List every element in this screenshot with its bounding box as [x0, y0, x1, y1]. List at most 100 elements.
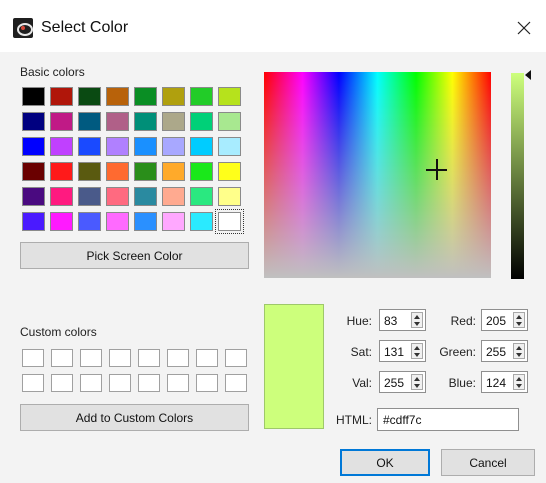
custom-color-swatch[interactable] — [109, 374, 131, 392]
basic-color-swatch[interactable] — [218, 187, 241, 206]
basic-color-swatch[interactable] — [22, 112, 45, 131]
chevron-down-icon[interactable] — [516, 322, 522, 326]
basic-color-swatch[interactable] — [215, 209, 244, 234]
cancel-button[interactable]: Cancel — [441, 449, 535, 476]
basic-color-swatch[interactable] — [50, 212, 73, 231]
custom-color-swatch[interactable] — [196, 374, 218, 392]
custom-color-swatch[interactable] — [138, 374, 160, 392]
basic-color-swatch[interactable] — [162, 187, 185, 206]
custom-color-swatch[interactable] — [51, 349, 73, 367]
custom-color-swatch[interactable] — [51, 374, 73, 392]
basic-color-swatch[interactable] — [134, 137, 157, 156]
basic-color-swatch[interactable] — [78, 112, 101, 131]
basic-color-swatch[interactable] — [218, 137, 241, 156]
chevron-down-icon[interactable] — [516, 384, 522, 388]
basic-color-swatch[interactable] — [190, 137, 213, 156]
blue-value: 124 — [486, 376, 507, 390]
basic-color-swatch[interactable] — [134, 212, 157, 231]
green-spin-buttons[interactable] — [513, 343, 525, 359]
chevron-down-icon[interactable] — [414, 384, 420, 388]
basic-color-swatch[interactable] — [134, 112, 157, 131]
basic-color-swatch[interactable] — [134, 87, 157, 106]
basic-color-swatch[interactable] — [50, 112, 73, 131]
basic-color-swatch[interactable] — [78, 162, 101, 181]
custom-color-swatch[interactable] — [225, 349, 247, 367]
basic-color-swatch[interactable] — [78, 187, 101, 206]
chevron-down-icon[interactable] — [516, 353, 522, 357]
chevron-up-icon[interactable] — [414, 377, 420, 381]
basic-color-swatch[interactable] — [162, 212, 185, 231]
hue-spinbox[interactable]: 83 — [379, 309, 426, 331]
custom-color-swatch[interactable] — [167, 374, 189, 392]
chevron-up-icon[interactable] — [516, 377, 522, 381]
color-spectrum[interactable] — [264, 72, 491, 278]
add-to-custom-colors-button[interactable]: Add to Custom Colors — [20, 404, 249, 431]
basic-color-swatch[interactable] — [50, 162, 73, 181]
basic-color-swatch[interactable] — [50, 137, 73, 156]
basic-color-swatch[interactable] — [190, 212, 213, 231]
basic-color-swatch[interactable] — [218, 162, 241, 181]
custom-color-swatch[interactable] — [109, 349, 131, 367]
pick-screen-color-button[interactable]: Pick Screen Color — [20, 242, 249, 269]
custom-color-swatch[interactable] — [22, 374, 44, 392]
val-spin-buttons[interactable] — [411, 374, 423, 390]
basic-color-swatch[interactable] — [106, 212, 129, 231]
basic-color-swatch[interactable] — [190, 87, 213, 106]
triangle-left-icon[interactable] — [525, 70, 531, 80]
basic-color-swatch[interactable] — [78, 212, 101, 231]
red-spinbox[interactable]: 205 — [481, 309, 528, 331]
blue-spin-buttons[interactable] — [513, 374, 525, 390]
chevron-up-icon[interactable] — [414, 346, 420, 350]
basic-color-swatch[interactable] — [162, 162, 185, 181]
chevron-up-icon[interactable] — [414, 315, 420, 319]
basic-color-swatch[interactable] — [218, 112, 241, 131]
basic-color-swatch[interactable] — [78, 137, 101, 156]
green-value: 255 — [486, 345, 507, 359]
basic-color-swatch[interactable] — [106, 137, 129, 156]
value-slider[interactable] — [511, 73, 524, 279]
hue-spin-buttons[interactable] — [411, 312, 423, 328]
basic-color-swatch[interactable] — [134, 162, 157, 181]
custom-color-swatch[interactable] — [80, 374, 102, 392]
html-color-input[interactable] — [377, 408, 519, 431]
basic-color-swatch[interactable] — [134, 187, 157, 206]
custom-color-swatch[interactable] — [225, 374, 247, 392]
basic-color-swatch[interactable] — [78, 87, 101, 106]
basic-color-swatch[interactable] — [218, 87, 241, 106]
val-value: 255 — [384, 376, 405, 390]
custom-color-swatch[interactable] — [167, 349, 189, 367]
green-spinbox[interactable]: 255 — [481, 340, 528, 362]
chevron-up-icon[interactable] — [516, 346, 522, 350]
val-spinbox[interactable]: 255 — [379, 371, 426, 393]
red-spin-buttons[interactable] — [513, 312, 525, 328]
basic-color-swatch[interactable] — [22, 162, 45, 181]
chevron-up-icon[interactable] — [516, 315, 522, 319]
ok-button[interactable]: OK — [340, 449, 430, 476]
custom-color-swatch[interactable] — [138, 349, 160, 367]
basic-color-swatch[interactable] — [106, 162, 129, 181]
basic-color-swatch[interactable] — [22, 187, 45, 206]
basic-color-swatch[interactable] — [190, 187, 213, 206]
basic-color-swatch[interactable] — [50, 87, 73, 106]
basic-color-swatch[interactable] — [106, 87, 129, 106]
basic-color-swatch[interactable] — [162, 112, 185, 131]
close-button[interactable] — [510, 14, 538, 42]
basic-color-swatch[interactable] — [190, 112, 213, 131]
basic-color-swatch[interactable] — [22, 212, 45, 231]
basic-color-swatch[interactable] — [22, 87, 45, 106]
custom-color-swatch[interactable] — [80, 349, 102, 367]
custom-color-swatch[interactable] — [196, 349, 218, 367]
chevron-down-icon[interactable] — [414, 353, 420, 357]
blue-spinbox[interactable]: 124 — [481, 371, 528, 393]
basic-color-swatch[interactable] — [162, 87, 185, 106]
sat-spinbox[interactable]: 131 — [379, 340, 426, 362]
basic-color-swatch[interactable] — [50, 187, 73, 206]
custom-color-swatch[interactable] — [22, 349, 44, 367]
basic-color-swatch[interactable] — [162, 137, 185, 156]
chevron-down-icon[interactable] — [414, 322, 420, 326]
basic-color-swatch[interactable] — [22, 137, 45, 156]
basic-color-swatch[interactable] — [106, 187, 129, 206]
basic-color-swatch[interactable] — [106, 112, 129, 131]
basic-color-swatch[interactable] — [190, 162, 213, 181]
sat-spin-buttons[interactable] — [411, 343, 423, 359]
